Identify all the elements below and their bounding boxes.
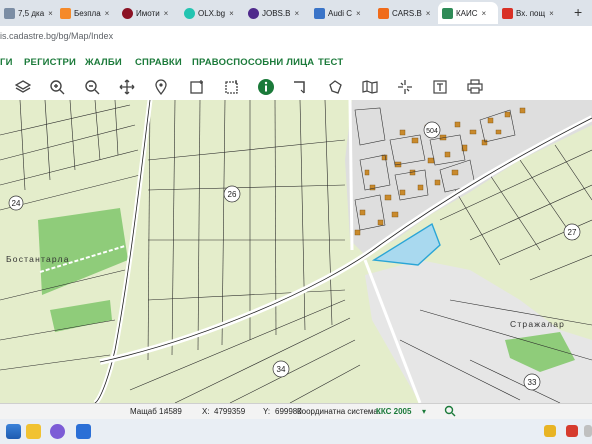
- browser-tab[interactable]: JOBS.B ×: [244, 2, 310, 24]
- menu-item-registers[interactable]: РЕГИСТРИ: [24, 57, 76, 68]
- favicon-icon: [184, 7, 195, 19]
- browser-tab[interactable]: 7,5 дка ×: [0, 2, 56, 24]
- parcel-label: 504: [423, 121, 441, 139]
- favicon-icon: [378, 7, 389, 19]
- svg-text:27: 27: [568, 228, 577, 237]
- tab-label: JOBS.B: [262, 8, 291, 18]
- close-icon[interactable]: ×: [549, 9, 554, 18]
- text-icon[interactable]: [430, 77, 450, 97]
- measure-area-icon[interactable]: [187, 77, 207, 97]
- location-pin-icon[interactable]: [151, 77, 171, 97]
- browser-tab[interactable]: Audi C ×: [310, 2, 374, 24]
- weather-icon[interactable]: [544, 425, 556, 437]
- print-icon[interactable]: [465, 77, 485, 97]
- x-coordinate: 4799359: [214, 407, 246, 416]
- browser-tab-active[interactable]: КАИС ×: [438, 2, 498, 24]
- favicon-icon: [442, 7, 453, 19]
- y-label: Y:: [263, 407, 271, 416]
- favicon-icon: [248, 7, 259, 19]
- favicon-icon: [4, 7, 15, 19]
- parcel-label: 24: [8, 195, 24, 211]
- close-icon[interactable]: ×: [105, 9, 110, 18]
- gmail-icon: [502, 7, 513, 19]
- favicon-icon: [314, 7, 325, 19]
- menu-item-complaints[interactable]: ЖАЛБИ: [85, 57, 122, 68]
- scale-value: 4589: [164, 407, 182, 416]
- parcel-label: 26: [223, 185, 241, 203]
- map-canvas[interactable]: 24 26 27 34 33 504 Бостантарла Стражалар: [0, 100, 592, 403]
- close-icon[interactable]: ×: [164, 9, 169, 18]
- place-label: Стражалар: [510, 319, 565, 329]
- browser-tab[interactable]: CARS.B ×: [374, 2, 438, 24]
- place-label: Бостантарла: [6, 254, 70, 264]
- corner-icon[interactable]: [290, 77, 310, 97]
- measure-distance-icon[interactable]: [222, 77, 242, 97]
- zoom-in-icon[interactable]: [47, 77, 67, 97]
- favicon-icon: [60, 7, 71, 19]
- menu-item-services[interactable]: ГИ: [0, 57, 13, 68]
- svg-text:504: 504: [426, 128, 438, 135]
- tab-label: КАИС: [456, 8, 478, 18]
- new-tab-button[interactable]: +: [574, 4, 582, 20]
- browser-tab[interactable]: Имоти ×: [118, 2, 180, 24]
- site-menu: ГИ РЕГИСТРИ ЖАЛБИ СПРАВКИ ПРАВОСПОСОБНИ …: [0, 48, 592, 74]
- system-tray-icon[interactable]: [584, 425, 592, 437]
- svg-text:34: 34: [277, 365, 286, 374]
- browser-tab[interactable]: Вх. пощ ×: [498, 2, 566, 24]
- notification-icon[interactable]: [566, 425, 578, 437]
- crs-select[interactable]: ККС 2005: [376, 407, 411, 416]
- store-icon[interactable]: [76, 424, 91, 439]
- close-icon[interactable]: ×: [356, 9, 361, 18]
- parcel-label: 33: [523, 373, 541, 391]
- os-taskbar: [0, 419, 592, 444]
- browser-tab[interactable]: OLX.bg ×: [180, 2, 244, 24]
- browser-tab[interactable]: Безпла ×: [56, 2, 118, 24]
- close-icon[interactable]: ×: [48, 9, 53, 18]
- tab-label: Audi C: [328, 8, 353, 18]
- pan-icon[interactable]: [117, 77, 137, 97]
- tab-label: CARS.B: [392, 8, 422, 18]
- map-toolbar: [0, 74, 592, 101]
- layers-icon[interactable]: [13, 77, 33, 97]
- tab-label: Вх. пощ: [516, 8, 546, 18]
- close-icon[interactable]: ×: [229, 9, 234, 18]
- polygon-icon[interactable]: [325, 77, 345, 97]
- parcel-label: 34: [272, 360, 290, 378]
- crs-label: Координатна система:: [297, 407, 381, 416]
- address-bar[interactable]: is.cadastre.bg/bg/Map/Index: [0, 26, 592, 49]
- map-status-bar: Мащаб 1: 4589 X: 4799359 Y: 699980 Коорд…: [0, 403, 592, 420]
- menu-item-reports[interactable]: СПРАВКИ: [135, 57, 182, 68]
- tab-label: Безпла: [74, 8, 101, 18]
- road: [348, 100, 354, 251]
- menu-item-licensed-persons[interactable]: ПРАВОСПОСОБНИ ЛИЦА: [192, 57, 314, 68]
- file-explorer-icon[interactable]: [26, 424, 41, 439]
- close-icon[interactable]: ×: [294, 9, 299, 18]
- svg-text:33: 33: [528, 378, 537, 387]
- tab-label: OLX.bg: [198, 8, 226, 18]
- crosshair-icon[interactable]: [395, 77, 415, 97]
- parcel-label: 27: [563, 223, 581, 241]
- viber-icon[interactable]: [50, 424, 65, 439]
- map-icon[interactable]: [360, 77, 380, 97]
- close-icon[interactable]: ×: [482, 9, 487, 18]
- browser-tab-strip: 7,5 дка × Безпла × Имоти × OLX.bg × JOBS…: [0, 0, 592, 26]
- cadastral-map[interactable]: 24 26 27 34 33 504 Бостантарла Стражалар: [0, 100, 592, 403]
- svg-text:26: 26: [228, 190, 237, 199]
- tab-label: Имоти: [136, 8, 160, 18]
- tab-label: 7,5 дка: [18, 8, 45, 18]
- svg-text:24: 24: [12, 199, 21, 208]
- chevron-down-icon[interactable]: ▾: [422, 407, 426, 416]
- close-icon[interactable]: ×: [426, 9, 431, 18]
- scale-label: Мащаб 1:: [130, 407, 166, 416]
- search-icon[interactable]: [444, 405, 456, 419]
- info-icon[interactable]: [256, 77, 276, 97]
- url-text: is.cadastre.bg/bg/Map/Index: [0, 31, 114, 41]
- x-label: X:: [202, 407, 210, 416]
- menu-item-test[interactable]: ТЕСТ: [318, 57, 343, 68]
- widgets-icon[interactable]: [6, 424, 21, 439]
- favicon-icon: [122, 7, 133, 19]
- zoom-out-icon[interactable]: [82, 77, 102, 97]
